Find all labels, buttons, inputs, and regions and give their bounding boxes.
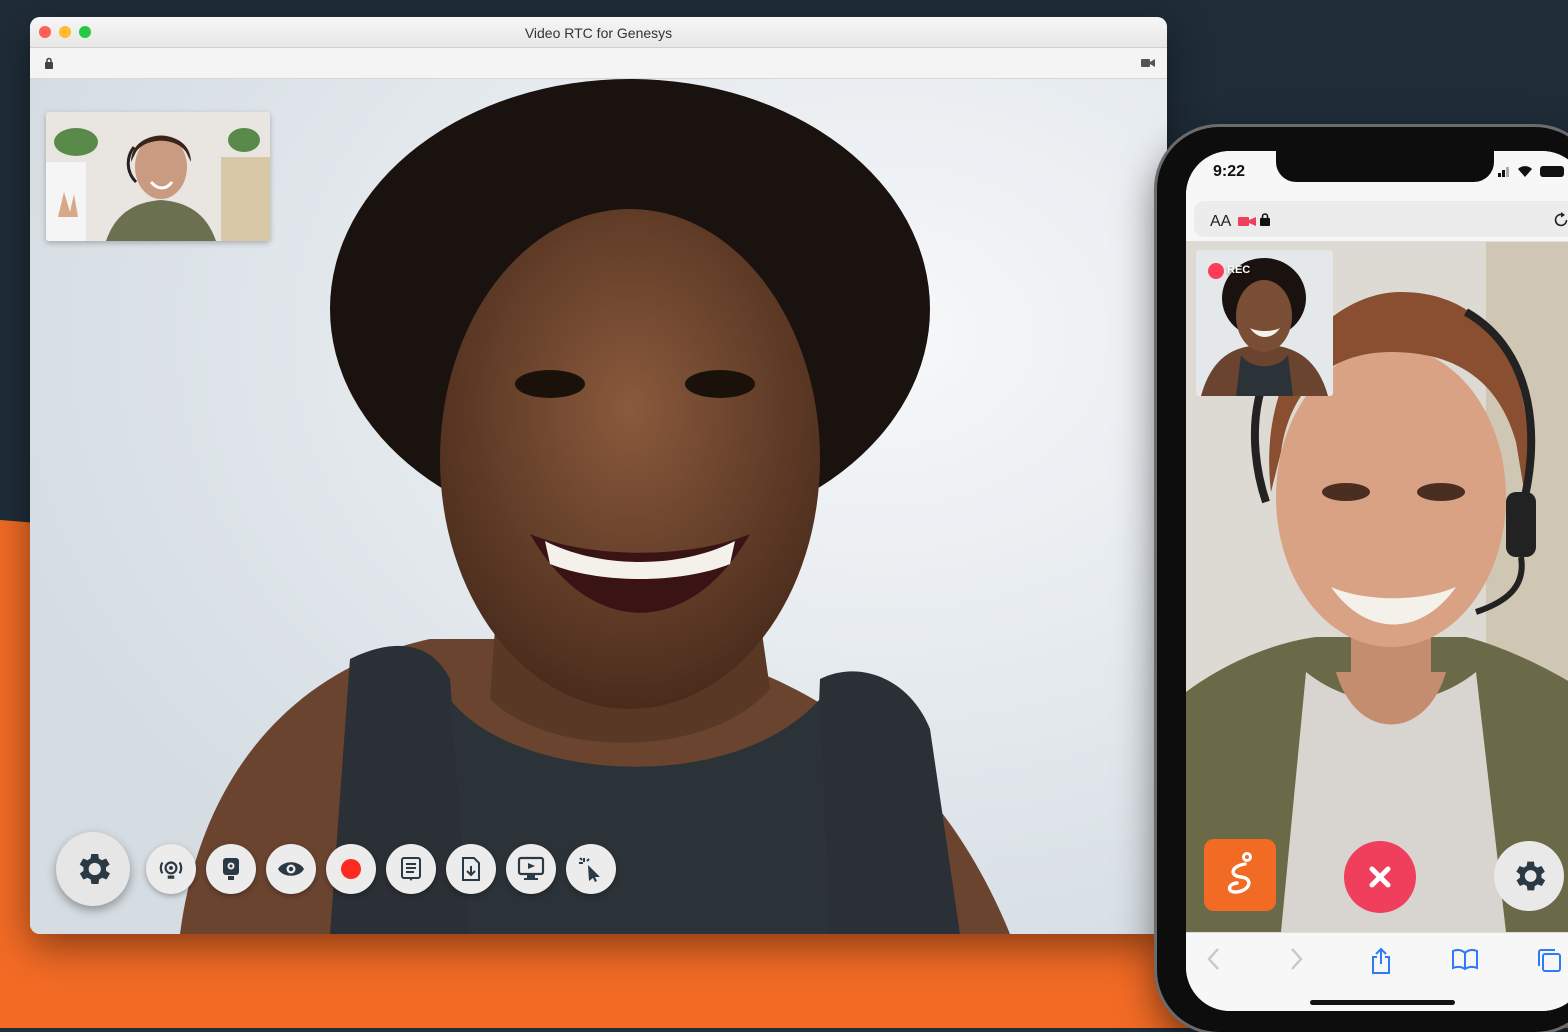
gear-icon	[1516, 861, 1546, 891]
record-button[interactable]	[326, 844, 376, 894]
signal-wifi-battery-icon	[1498, 166, 1564, 177]
eye-icon	[278, 862, 304, 876]
home-indicator[interactable]	[1310, 1000, 1455, 1005]
call-toolbar	[56, 832, 656, 907]
lock-icon	[1260, 213, 1270, 226]
window-title: Video RTC for Genesys	[524, 25, 673, 41]
pointer-button[interactable]	[566, 844, 616, 894]
video-call-window: Video RTC for Genesys	[30, 17, 1167, 934]
self-view-thumbnail[interactable]	[46, 112, 270, 241]
genesys-logo-icon	[1227, 852, 1252, 894]
settings-button[interactable]	[56, 832, 130, 906]
back-icon[interactable]	[1206, 947, 1222, 971]
genesys-button[interactable]	[1204, 839, 1276, 911]
document-icon	[401, 857, 421, 881]
view-button[interactable]	[266, 844, 316, 894]
customer-pip-video[interactable]: REC	[1196, 250, 1333, 396]
tabs-icon[interactable]	[1536, 947, 1562, 973]
gear-icon	[79, 853, 110, 885]
status-bar: 9:22	[1186, 151, 1568, 197]
monitor-icon	[517, 856, 545, 880]
video-camera-icon	[1141, 59, 1155, 67]
cursor-click-icon	[579, 857, 600, 882]
close-icon	[1369, 866, 1391, 888]
share-icon[interactable]	[1369, 947, 1393, 975]
download-button[interactable]	[446, 844, 496, 894]
phone-notch	[1276, 151, 1494, 182]
mobile-settings-button[interactable]	[1494, 841, 1564, 911]
mobile-video: REC	[1186, 242, 1568, 932]
screen-share-button[interactable]	[506, 844, 556, 894]
lock-icon	[45, 57, 53, 69]
address-bar	[30, 48, 1167, 79]
forward-icon[interactable]	[1288, 947, 1304, 971]
webcam-button[interactable]	[206, 844, 256, 894]
reload-icon[interactable]	[1552, 211, 1568, 229]
title-bar: Video RTC for Genesys	[30, 17, 1167, 48]
status-time: 9:22	[1213, 163, 1246, 180]
bookmarks-icon[interactable]	[1451, 947, 1479, 971]
video-camera-icon	[1238, 217, 1256, 226]
switch-camera-button[interactable]	[146, 844, 196, 894]
notes-button[interactable]	[386, 844, 436, 894]
text-size-button[interactable]: AA	[1210, 213, 1231, 231]
recording-indicator	[1208, 263, 1224, 279]
mobile-screen: 9:22 AA REC	[1186, 151, 1568, 1011]
rec-label: REC	[1227, 264, 1251, 276]
camera-switch-icon	[159, 861, 183, 879]
mobile-url-bar: AA	[1186, 197, 1568, 242]
end-call-button[interactable]	[1344, 841, 1416, 913]
url-field[interactable]: AA	[1194, 201, 1568, 237]
agent-self-video	[46, 112, 270, 241]
browser-toolbar	[1186, 932, 1568, 1011]
file-download-icon	[462, 857, 480, 881]
record-icon	[341, 859, 361, 879]
webcam-icon	[223, 858, 239, 880]
remote-video	[30, 79, 1167, 934]
